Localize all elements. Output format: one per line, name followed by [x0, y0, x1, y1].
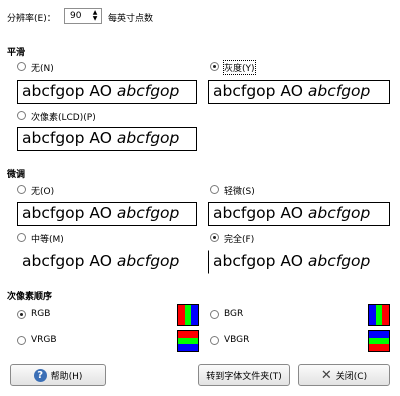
resolution-unit: 每英寸点数 [108, 14, 154, 24]
subpixel-title: 次像素顺序 [7, 292, 53, 302]
hinting-full-label: 完全(F) [224, 235, 255, 245]
close-icon: ✕ [320, 367, 332, 383]
subpixel-rgb-swatch [177, 304, 199, 326]
hinting-full-radio[interactable] [210, 233, 219, 242]
hinting-medium-radio[interactable] [17, 233, 26, 242]
goto-font-folder-label: 转到字体文件夹(T) [206, 371, 282, 382]
goto-font-folder-button[interactable]: 转到字体文件夹(T) [198, 364, 290, 386]
sample-regular-text: abcfgop AO [22, 129, 117, 147]
sample-smoothing-grayscale: abcfgop AO abcfgop [208, 80, 390, 104]
sample-smoothing-subpixel: abcfgop AO abcfgop [17, 127, 197, 151]
subpixel-vbgr-option[interactable]: VBGR [210, 335, 290, 347]
sample-hinting-full: abcfgop AO abcfgop [208, 250, 390, 274]
hinting-none-option[interactable]: 无(O) [17, 184, 117, 197]
subpixel-bgr-label: BGR [224, 309, 244, 319]
resolution-value: 90 [70, 11, 82, 21]
sample-regular-text: abcfgop AO [22, 204, 117, 222]
smoothing-grayscale-option[interactable]: 灰度(Y) [210, 60, 310, 75]
hinting-slight-label: 轻微(S) [224, 187, 255, 197]
help-button-label: 帮助(H) [50, 371, 83, 382]
sample-italic-text: abcfgop [116, 204, 180, 222]
sample-italic-text: abcfgop [116, 129, 180, 147]
arrow-down-icon[interactable]: ▼ [91, 16, 99, 22]
sample-italic-text: abcfgop [307, 82, 371, 100]
subpixel-vrgb-swatch [177, 330, 199, 352]
sample-hinting-none: abcfgop AO abcfgop [17, 202, 197, 226]
subpixel-bgr-swatch [368, 304, 390, 326]
hinting-none-label: 无(O) [31, 187, 55, 197]
subpixel-vbgr-swatch [368, 330, 390, 352]
sample-regular-text: abcfgop AO [22, 82, 117, 100]
subpixel-rgb-radio[interactable] [17, 310, 26, 319]
sample-italic-text: abcfgop [116, 82, 180, 100]
close-button-label: 关闭(C) [335, 371, 368, 382]
subpixel-vrgb-option[interactable]: VRGB [17, 335, 97, 347]
smoothing-subpixel-radio[interactable] [17, 111, 26, 120]
help-icon: ? [33, 368, 47, 382]
smoothing-none-radio[interactable] [17, 62, 26, 71]
subpixel-bgr-radio[interactable] [210, 310, 219, 319]
subpixel-vrgb-radio[interactable] [17, 336, 26, 345]
help-button[interactable]: ? 帮助(H) [10, 364, 106, 386]
subpixel-vbgr-radio[interactable] [210, 336, 219, 345]
hinting-medium-option[interactable]: 中等(M) [17, 232, 117, 245]
resolution-spinner[interactable]: 90 ▲ ▼ [64, 8, 102, 24]
spinner-arrows[interactable]: ▲ ▼ [91, 10, 99, 22]
hinting-full-option[interactable]: 完全(F) [210, 232, 310, 245]
sample-hinting-slight: abcfgop AO abcfgop [208, 202, 390, 226]
smoothing-grayscale-label: 灰度(Y) [223, 60, 256, 75]
sample-italic-text: abcfgop [307, 204, 371, 222]
hinting-none-radio[interactable] [17, 185, 26, 194]
sample-regular-text: abcfgop AO [213, 252, 308, 270]
smoothing-title: 平滑 [7, 48, 26, 58]
subpixel-vrgb-label: VRGB [31, 335, 57, 345]
sample-italic-text: abcfgop [116, 252, 180, 270]
subpixel-rgb-option[interactable]: RGB [17, 309, 97, 321]
subpixel-rgb-label: RGB [31, 309, 51, 319]
sample-regular-text: abcfgop AO [213, 82, 308, 100]
resolution-label: 分辨率(E)： [7, 14, 56, 24]
subpixel-vbgr-label: VBGR [224, 335, 250, 345]
sample-smoothing-none: abcfgop AO abcfgop [17, 80, 197, 104]
smoothing-subpixel-option[interactable]: 次像素(LCD)(P) [17, 110, 157, 123]
sample-regular-text: abcfgop AO [22, 252, 117, 270]
smoothing-subpixel-label: 次像素(LCD)(P) [31, 113, 96, 123]
hinting-slight-radio[interactable] [210, 185, 219, 194]
smoothing-none-option[interactable]: 无(N) [17, 61, 117, 74]
subpixel-bgr-option[interactable]: BGR [210, 309, 290, 321]
hinting-title: 微调 [7, 170, 26, 180]
hinting-medium-label: 中等(M) [31, 235, 64, 245]
hinting-slight-option[interactable]: 轻微(S) [210, 184, 310, 197]
smoothing-grayscale-radio[interactable] [210, 62, 219, 71]
smoothing-none-label: 无(N) [31, 64, 54, 74]
sample-regular-text: abcfgop AO [213, 204, 308, 222]
sample-hinting-medium: abcfgop AO abcfgop [17, 250, 197, 274]
close-button[interactable]: ✕ 关闭(C) [298, 364, 390, 386]
sample-italic-text: abcfgop [307, 252, 371, 270]
